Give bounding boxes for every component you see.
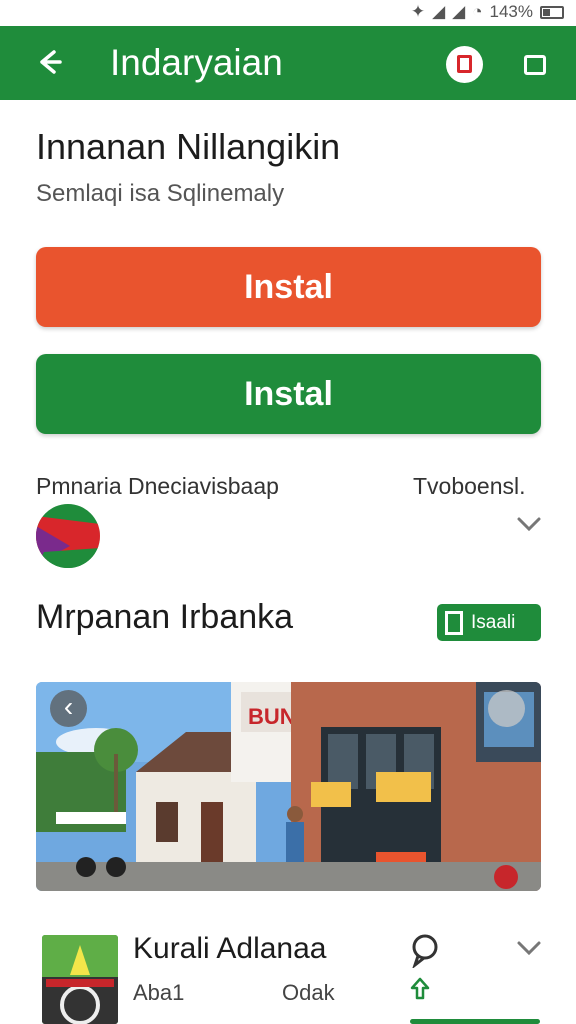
alert-icon [457,55,472,73]
section-title: Mrpanan Irbanka [36,598,294,636]
signal-icon: ◢ [452,2,466,21]
bottom-progress-bar [410,1019,540,1024]
chat-bubble-icon[interactable] [410,934,440,970]
battery-text: 143% [489,2,533,21]
flag-icon [36,504,100,568]
app-meta-right: Odak [282,980,335,1005]
app-thumbnail[interactable] [42,935,118,1024]
carousel-next-button[interactable] [488,690,525,727]
wifi-icon: ◢ [432,2,446,21]
svg-text:BUN: BUN [248,704,296,729]
status-bar: ✦ ◢ ◢ ◔ 143% [0,0,576,26]
folder-icon [524,55,546,75]
app-name[interactable]: Kurali Adlanaa [133,932,326,966]
carousel-prev-button[interactable]: ‹ [50,690,87,727]
section-badge[interactable]: Isaali [437,604,541,641]
page-subheadline: Semlaqi isa Sqlinemaly [36,180,285,207]
alarm-icon: ✦ [410,2,426,21]
battery-icon [540,5,564,19]
upload-arrow-icon[interactable] [410,976,430,1002]
app-meta-left: Aba1 [133,980,185,1005]
badge-icon [445,610,463,635]
info-row-right: Tvoboensl. [413,473,526,499]
chevron-down-icon[interactable] [516,514,542,534]
install-button-primary[interactable]: Instal [36,247,541,327]
page-headline: Innanan Nillangikin [36,126,341,167]
app-bar-title: Indaryaian [110,42,283,83]
status-icons: ✦ ◢ ◢ ◔ 143% [411,2,564,22]
clock-icon: ◔ [472,2,483,21]
info-row-label: Pmnaria Dneciavisbaap [36,473,279,499]
chevron-down-icon[interactable] [516,938,542,958]
photo-carousel-image[interactable]: BUN [36,682,541,891]
app-bar: Indaryaian [0,26,576,100]
alert-button[interactable] [446,46,483,83]
folder-button[interactable] [522,50,548,78]
badge-label: Isaali [471,611,516,633]
install-button-secondary[interactable]: Instal [36,354,541,434]
back-arrow-icon[interactable] [32,44,68,80]
